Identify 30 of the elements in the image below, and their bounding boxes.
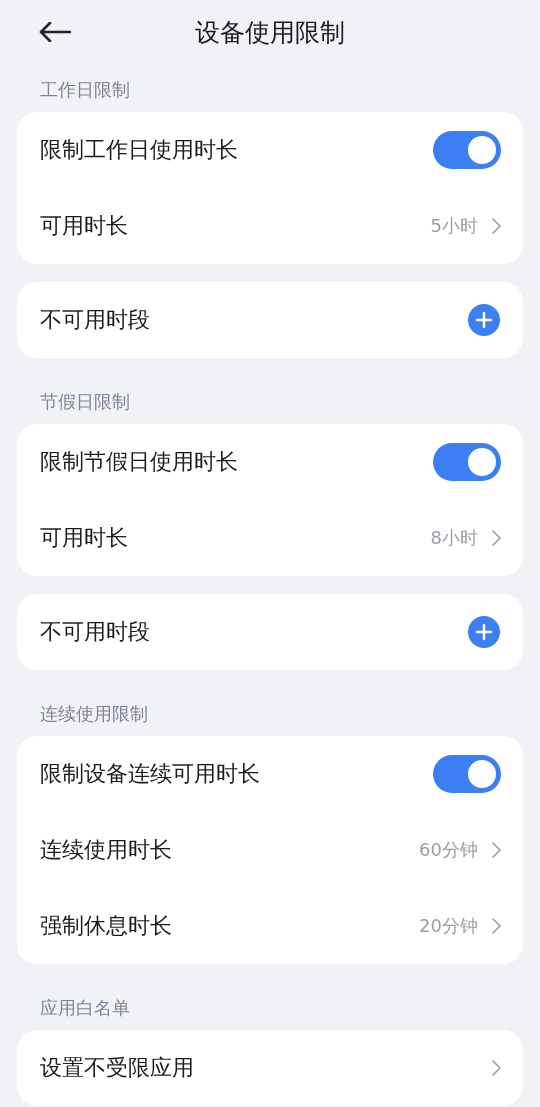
setting-label: 不可用时段 — [40, 306, 151, 334]
page-title: 设备使用限制 — [195, 16, 345, 49]
setting-label: 不可用时段 — [40, 618, 151, 646]
chevron-right-icon — [492, 918, 501, 934]
setting-label: 限制节假日使用时长 — [40, 448, 239, 476]
toggle-switch[interactable] — [433, 755, 501, 793]
section-title: 工作日限制 — [40, 79, 130, 100]
add-icon[interactable] — [468, 304, 500, 336]
setting-label: 可用时长 — [40, 524, 129, 552]
back-arrow-icon[interactable] — [39, 22, 71, 42]
toggle-switch[interactable] — [433, 443, 501, 481]
section-title: 节假日限制 — [40, 391, 130, 412]
chevron-right-icon — [492, 530, 501, 546]
setting-label: 强制休息时长 — [40, 912, 173, 940]
section-title: 应用白名单 — [40, 997, 130, 1018]
setting-label: 可用时长 — [40, 212, 129, 240]
setting-value[interactable]: 20分钟 — [419, 914, 478, 938]
section-title: 连续使用限制 — [40, 703, 148, 724]
chevron-right-icon — [492, 1060, 501, 1076]
chevron-right-icon — [492, 218, 501, 234]
setting-label: 限制工作日使用时长 — [40, 136, 239, 164]
setting-value[interactable]: 5小时 — [430, 214, 478, 238]
chevron-right-icon — [492, 842, 501, 858]
add-icon[interactable] — [468, 616, 500, 648]
toggle-switch[interactable] — [433, 131, 501, 169]
setting-label: 设置不受限应用 — [40, 1054, 195, 1082]
setting-value[interactable]: 60分钟 — [419, 838, 478, 862]
setting-value[interactable]: 8小时 — [430, 526, 478, 550]
setting-label: 连续使用时长 — [40, 836, 173, 864]
setting-label: 限制设备连续可用时长 — [40, 760, 261, 788]
